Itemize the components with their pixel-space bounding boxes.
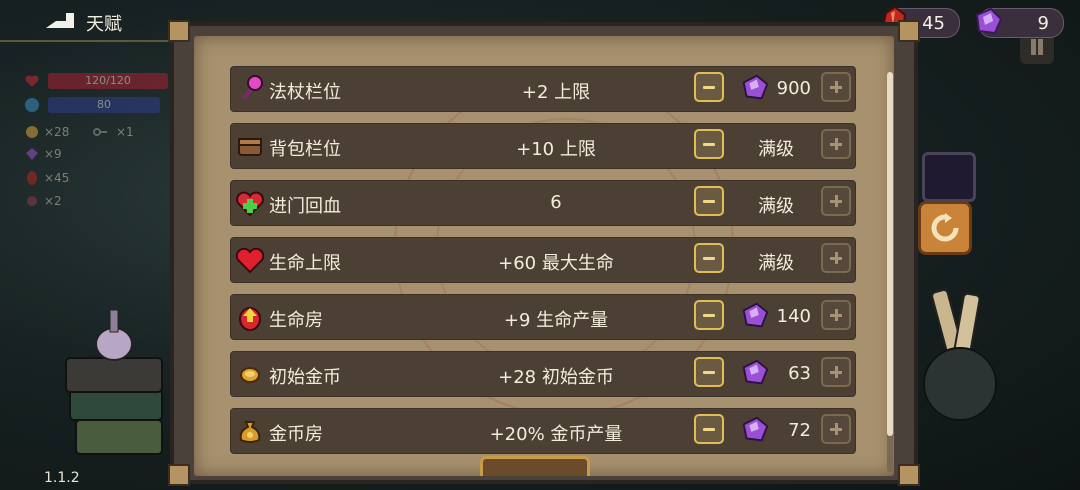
heart-plus-icon bbox=[236, 191, 264, 217]
purple-gem-counter: 9 bbox=[975, 7, 1064, 38]
back-button[interactable] bbox=[42, 9, 78, 33]
talent-cost: 900 bbox=[776, 78, 811, 99]
decrease-button[interactable] bbox=[694, 243, 724, 273]
increase-button[interactable] bbox=[821, 300, 851, 330]
talent-name: 生命上限 bbox=[269, 253, 341, 274]
talent-effect: +10 上限 bbox=[516, 139, 596, 160]
talent-row-backpack-slots: 背包栏位 +10 上限 满级 bbox=[230, 123, 856, 169]
hp-bar: 120/120 bbox=[48, 73, 168, 89]
coin-icon bbox=[240, 367, 260, 383]
increase-button[interactable] bbox=[821, 357, 851, 387]
mana-icon bbox=[25, 98, 39, 112]
increase-button[interactable] bbox=[821, 72, 851, 102]
talent-name: 背包栏位 bbox=[269, 139, 341, 160]
talent-list-area[interactable]: 法杖栏位 +2 上限 900 背包栏位 +10 上限 满级 进门回血 6 满级 … bbox=[194, 36, 894, 476]
back-arrow-icon bbox=[46, 13, 74, 28]
portal-decoration bbox=[922, 152, 976, 202]
crystal-count: ×45 bbox=[44, 171, 70, 185]
reset-talents-button[interactable] bbox=[480, 456, 590, 476]
talent-effect: +60 最大生命 bbox=[498, 253, 614, 274]
key-icon bbox=[93, 128, 107, 136]
purple-gem-icon bbox=[742, 416, 769, 442]
talent-effect: +2 上限 bbox=[521, 82, 591, 103]
talent-panel: 法杖栏位 +2 上限 900 背包栏位 +10 上限 满级 进门回血 6 满级 … bbox=[168, 20, 920, 486]
refresh-icon bbox=[931, 213, 959, 242]
panel-corner bbox=[898, 20, 920, 42]
talent-effect: +20% 金币产量 bbox=[489, 424, 623, 445]
talent-effect: 6 bbox=[550, 192, 562, 213]
talent-row-start-gold: 初始金币 +28 初始金币 63 bbox=[230, 351, 856, 397]
talent-max-level: 满级 bbox=[758, 139, 794, 160]
purple-gem-icon bbox=[742, 359, 769, 385]
decrease-button[interactable] bbox=[694, 414, 724, 444]
decrease-button[interactable] bbox=[694, 72, 724, 102]
purple-gem-value: 9 bbox=[1037, 13, 1049, 34]
gear-icon bbox=[27, 196, 37, 206]
money-bag-icon bbox=[239, 421, 261, 443]
talent-name: 生命房 bbox=[269, 310, 323, 331]
talent-effect: +28 初始金币 bbox=[498, 367, 614, 388]
header-divider bbox=[0, 40, 180, 42]
talent-row-life-room: 生命房 +9 生命产量 140 bbox=[230, 294, 856, 340]
talent-row-wand-slots: 法杖栏位 +2 上限 900 bbox=[230, 66, 856, 112]
magic-wand-icon bbox=[242, 75, 263, 100]
scrollbar[interactable] bbox=[887, 72, 893, 472]
talent-row-gold-room: 金币房 +20% 金币产量 72 bbox=[230, 408, 856, 454]
red-crystal-icon bbox=[27, 171, 37, 185]
version-label: 1.1.2 bbox=[44, 470, 80, 486]
talent-list: 法杖栏位 +2 上限 900 背包栏位 +10 上限 满级 进门回血 6 满级 … bbox=[230, 66, 856, 465]
talent-row-max-hp: 生命上限 +60 最大生命 满级 bbox=[230, 237, 856, 283]
coin-icon bbox=[26, 126, 38, 138]
increase-button[interactable] bbox=[821, 414, 851, 444]
mp-bar: 80 bbox=[48, 97, 160, 113]
decrease-button[interactable] bbox=[694, 300, 724, 330]
talent-name: 金币房 bbox=[269, 424, 323, 445]
decrease-button[interactable] bbox=[694, 186, 724, 216]
red-crystal-value: 45 bbox=[922, 13, 945, 34]
heart-icon bbox=[235, 247, 265, 274]
refresh-button[interactable] bbox=[918, 201, 972, 255]
purple-gem-icon bbox=[742, 74, 769, 100]
increase-button[interactable] bbox=[821, 129, 851, 159]
backpack-icon bbox=[238, 138, 262, 156]
talent-cost: 140 bbox=[776, 306, 811, 327]
purple-gem-icon bbox=[742, 302, 769, 328]
talent-row-door-heal: 进门回血 6 满级 bbox=[230, 180, 856, 226]
talent-effect: +9 生命产量 bbox=[503, 310, 609, 331]
scrollbar-thumb[interactable] bbox=[887, 72, 893, 436]
increase-button[interactable] bbox=[821, 243, 851, 273]
key-count: ×1 bbox=[116, 125, 134, 139]
coin-count: ×28 bbox=[44, 125, 70, 139]
panel-corner bbox=[168, 464, 190, 486]
talent-max-level: 满级 bbox=[758, 253, 794, 274]
decrease-button[interactable] bbox=[694, 129, 724, 159]
purple-gem-icon bbox=[975, 7, 1003, 35]
page-title: 天赋 bbox=[86, 14, 122, 35]
stacked-books-decoration bbox=[65, 309, 163, 455]
talent-name: 进门回血 bbox=[269, 196, 341, 217]
increase-button[interactable] bbox=[821, 186, 851, 216]
purple-gem-icon bbox=[26, 148, 38, 160]
talent-name: 初始金币 bbox=[269, 367, 341, 388]
talent-max-level: 满级 bbox=[758, 196, 794, 217]
talent-cost: 72 bbox=[788, 420, 811, 441]
gem-count: ×9 bbox=[44, 147, 62, 161]
talent-name: 法杖栏位 bbox=[269, 82, 341, 103]
misc-count: ×2 bbox=[44, 194, 62, 208]
panel-corner bbox=[898, 464, 920, 486]
heart-icon bbox=[25, 75, 39, 87]
scroll-pot-decoration bbox=[923, 289, 997, 421]
talent-cost: 63 bbox=[788, 363, 811, 384]
panel-corner bbox=[168, 20, 190, 42]
life-room-icon bbox=[239, 307, 261, 331]
decrease-button[interactable] bbox=[694, 357, 724, 387]
